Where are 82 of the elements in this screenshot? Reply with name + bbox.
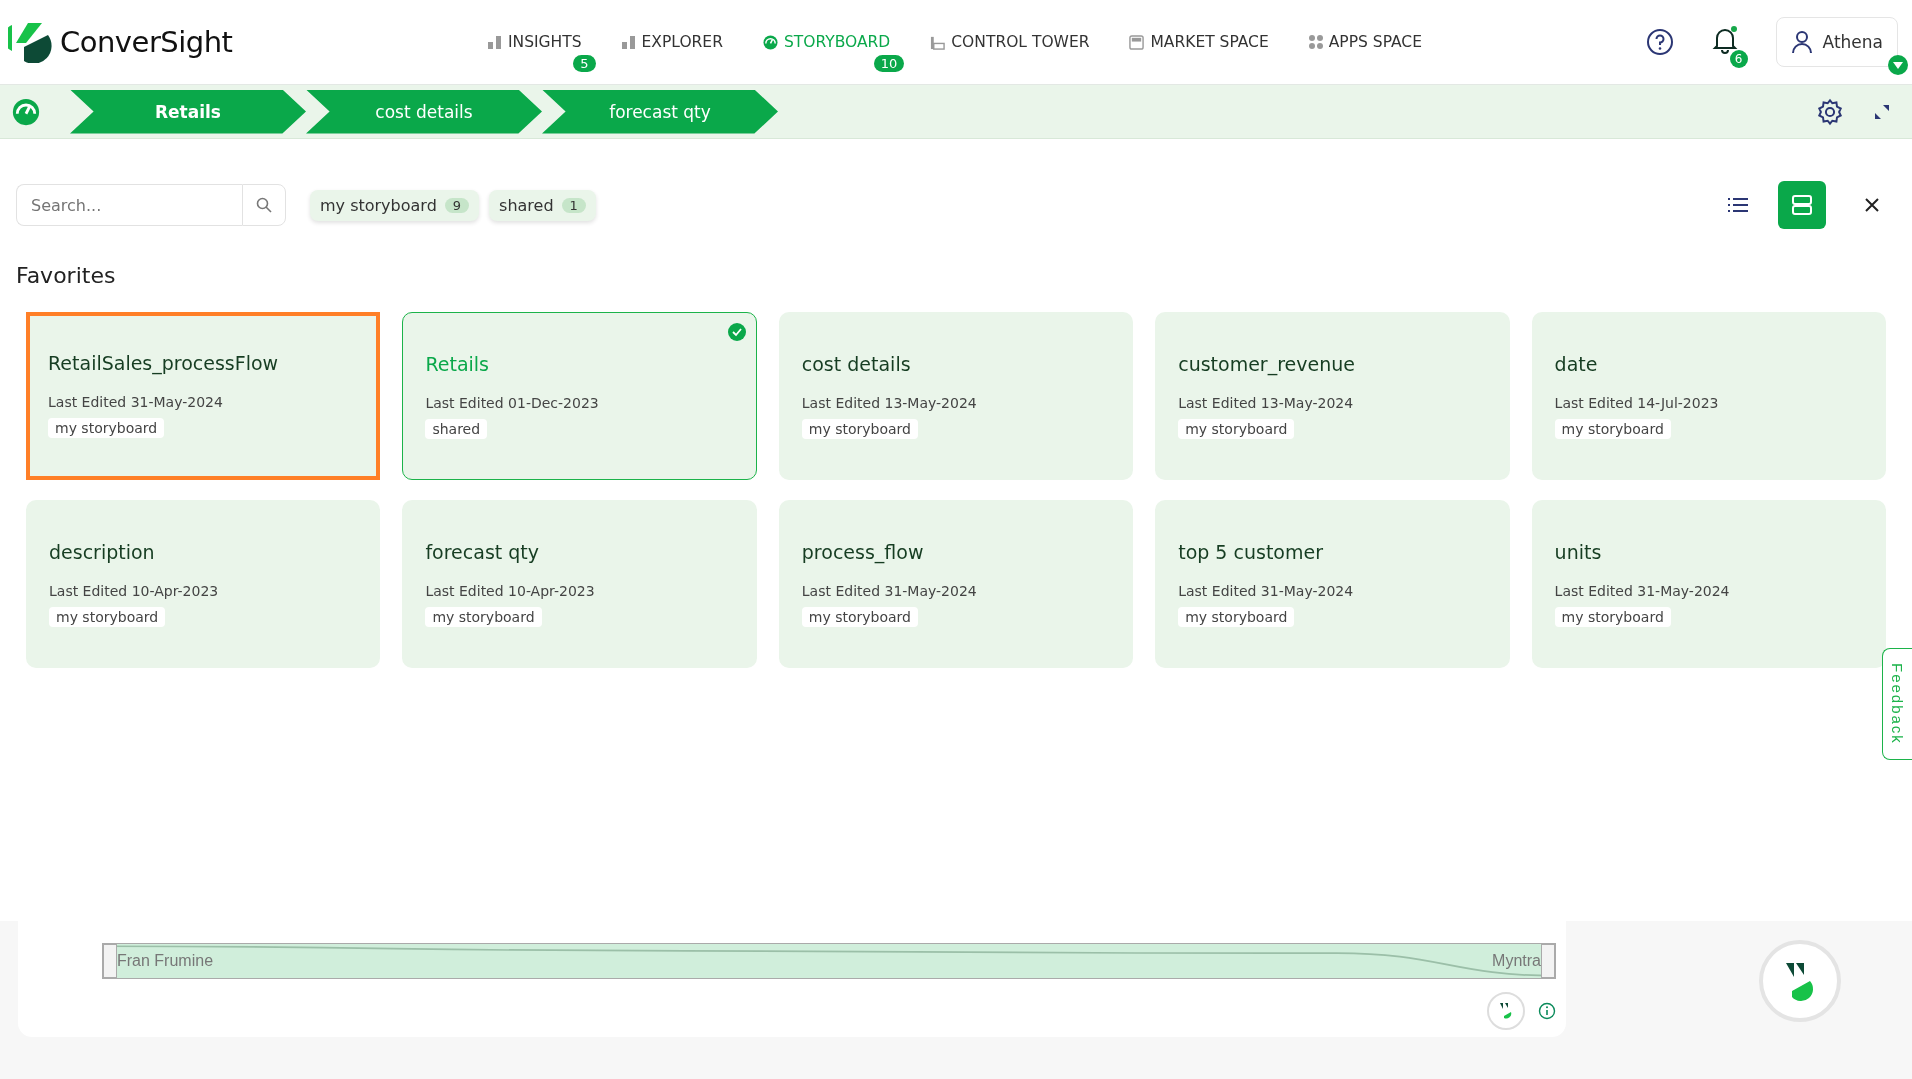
storyboard-card[interactable]: RetailSales_processFlow Last Edited 31-May-2024 my storyboard <box>26 312 381 480</box>
notification-badge: 6 <box>1729 50 1748 68</box>
storyboard-card[interactable]: description Last Edited 10-Apr-2023 my storyboard <box>26 500 381 668</box>
collapse-icon[interactable] <box>1874 103 1890 120</box>
card-date: Last Edited 31-May-2024 <box>1554 583 1731 599</box>
user-menu-button[interactable]: Athena <box>1775 17 1898 67</box>
chatbot-button-icon[interactable] <box>1758 939 1842 1023</box>
storyboard-card[interactable]: date Last Edited 14-Jul-2023 my storyboard <box>1531 312 1886 480</box>
bar-chart-icon <box>488 35 502 49</box>
logo-icon <box>8 21 54 63</box>
storyboard-card[interactable]: units Last Edited 31-May-2024 my storyboard <box>1531 500 1886 668</box>
card-title: customer_revenue <box>1178 353 1356 375</box>
nav-tab[interactable]: INSIGHTS <box>488 27 582 57</box>
card-date: Last Edited 10-Apr-2023 <box>49 583 220 599</box>
card-tag: my storyboard <box>49 607 166 627</box>
card-date: Last Edited 31-May-2024 <box>1178 583 1355 599</box>
app-name: ConverSight <box>60 25 233 59</box>
range-handle[interactable] <box>1541 944 1555 978</box>
card-tag: my storyboard <box>801 607 918 627</box>
user-icon <box>1790 30 1813 54</box>
card-title: units <box>1554 541 1603 563</box>
card-date: Last Edited 01-Dec-2023 <box>425 395 600 411</box>
card-title: forecast qty <box>425 541 541 563</box>
settings-icon[interactable] <box>1816 97 1844 126</box>
card-date: Last Edited 10-Apr-2023 <box>425 583 596 599</box>
card-tag: my storyboard <box>801 419 918 439</box>
storyboard-card[interactable]: top 5 customer Last Edited 31-May-2024 my storyboard <box>1155 500 1510 668</box>
card-tag: shared <box>425 419 488 439</box>
bar-chart-icon <box>621 35 636 49</box>
range-start-label: Fran Frumine <box>117 952 214 970</box>
card-title: top 5 customer <box>1178 541 1324 563</box>
count-badge: 5 <box>573 55 596 72</box>
card-date: Last Edited 13-May-2024 <box>1178 395 1355 411</box>
section-title: Favorites <box>16 263 117 288</box>
card-date: Last Edited 31-May-2024 <box>801 583 978 599</box>
gauge-icon <box>762 34 778 50</box>
nav-tab[interactable]: APPS SPACE <box>1308 27 1422 57</box>
gauge-icon[interactable] <box>12 97 40 126</box>
storyboard-card[interactable]: process_flow Last Edited 31-May-2024 my storyboard <box>778 500 1134 668</box>
card-title: date <box>1554 353 1599 375</box>
card-tag: my storyboard <box>1178 607 1295 627</box>
storyboard-card[interactable]: forecast qty Last Edited 10-Apr-2023 my storyboard <box>402 500 757 668</box>
range-handle[interactable] <box>103 944 117 978</box>
caret-icon[interactable] <box>1888 55 1908 75</box>
card-tag: my storyboard <box>1554 419 1671 439</box>
range-end-label: Myntra <box>1492 952 1541 970</box>
close-icon[interactable] <box>1864 197 1880 213</box>
search-field[interactable]: Search... <box>16 184 242 226</box>
storyboard-card[interactable]: customer_revenue Last Edited 13-May-2024 my storyboard <box>1155 312 1510 480</box>
store-icon <box>1129 34 1145 50</box>
list-icon <box>1728 197 1748 213</box>
nav-tab[interactable]: MARKET SPACE <box>1129 27 1269 57</box>
card-title: cost details <box>801 353 912 375</box>
card-tag: my storyboard <box>48 418 165 438</box>
nav-tab[interactable]: CONTROL TOWER <box>930 27 1090 57</box>
card-title: process_flow <box>801 541 925 563</box>
card-date: Last Edited 31-May-2024 <box>48 394 224 410</box>
info-icon[interactable] <box>1538 1002 1556 1020</box>
building-icon <box>930 34 946 50</box>
card-date: Last Edited 14-Jul-2023 <box>1554 395 1720 411</box>
bot-icon[interactable] <box>1486 991 1526 1031</box>
range-slider[interactable]: Fran Frumine Myntra <box>102 943 1556 979</box>
filter-chip[interactable]: shared 1 <box>489 189 596 221</box>
card-view-icon <box>1791 194 1813 216</box>
card-title: RetailSales_processFlow <box>48 352 280 374</box>
storyboard-card[interactable]: cost details Last Edited 13-May-2024 my storyboard <box>778 312 1134 480</box>
card-tag: my storyboard <box>1178 419 1295 439</box>
card-title: Retails <box>425 353 490 375</box>
storyboard-card[interactable]: Retails Last Edited 01-Dec-2023 shared <box>402 312 757 480</box>
filter-chip[interactable]: my storyboard 9 <box>310 189 480 221</box>
card-title: description <box>49 541 156 563</box>
card-date: Last Edited 13-May-2024 <box>801 395 978 411</box>
help-icon[interactable] <box>1645 28 1674 56</box>
card-tag: my storyboard <box>425 607 542 627</box>
bell-icon[interactable] <box>1711 26 1738 54</box>
check-icon <box>727 323 746 341</box>
nav-tab[interactable]: EXPLORER <box>621 27 723 57</box>
count-badge: 10 <box>873 55 905 72</box>
card-view-button[interactable] <box>1778 181 1826 229</box>
card-tag: my storyboard <box>1554 607 1671 627</box>
apps-icon <box>1308 35 1323 49</box>
search-icon[interactable] <box>256 197 272 213</box>
